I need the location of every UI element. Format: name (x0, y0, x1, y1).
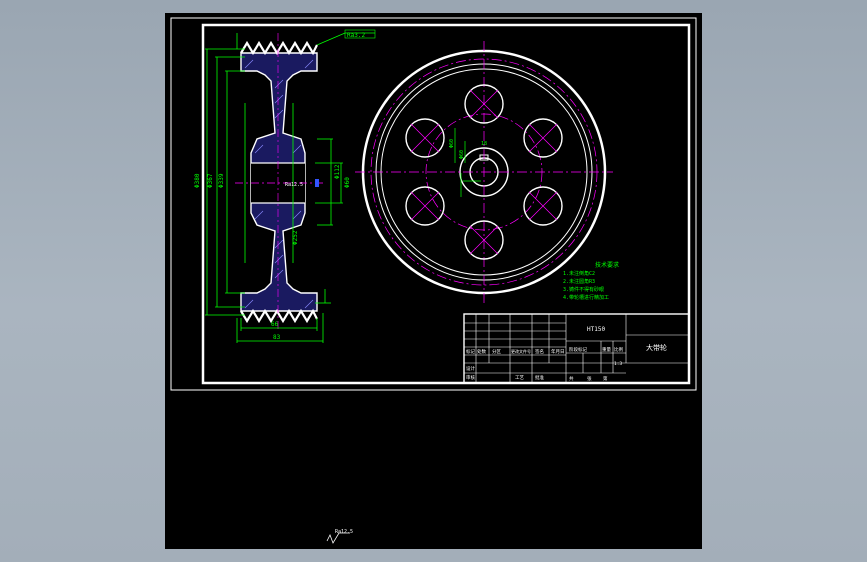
svg-text:年月日: 年月日 (551, 348, 565, 355)
cad-viewport[interactable]: Ra3.2 Φ380 Φ367 Φ339 Φ112 Φ60 Φ252 66 83… (165, 13, 702, 549)
svg-text:工艺: 工艺 (515, 375, 524, 381)
roughness-symbol: Ra12.5 (326, 529, 353, 544)
svg-text:共: 共 (569, 375, 574, 382)
tech-line-4: 4.带轮槽进行精加工 (563, 294, 609, 301)
svg-text:分区: 分区 (492, 348, 501, 355)
part-name-label: 大带轮 (646, 343, 667, 352)
front-bore-label: Φ60 (459, 150, 465, 159)
section-marker (315, 179, 319, 187)
bore-roughness-label: Ra12.5 (285, 182, 303, 188)
tech-requirements: 技术要求 1.未注倒角C2 2.未注圆角R3 3.铸件不得有砂眼 4.带轮槽进行… (563, 261, 619, 301)
top-grooves (240, 40, 318, 56)
dim-groove-width: 66 (271, 321, 279, 328)
keyway-label: 18 (481, 141, 487, 147)
dim-bore-diameter: Φ60 (344, 177, 351, 188)
tech-line-3: 3.铸件不得有砂眼 (563, 286, 604, 293)
svg-text:1:3: 1:3 (614, 361, 622, 367)
svg-text:阶段标记: 阶段标记 (569, 346, 587, 353)
svg-text:张: 张 (587, 375, 592, 382)
top-callout-label: Ra3.2 (347, 32, 365, 39)
dim-total-width: 83 (273, 334, 281, 341)
svg-text:批准: 批准 (535, 374, 544, 381)
dim-inner-diameter: Φ339 (218, 173, 225, 188)
dim-mid-diameter: Φ367 (207, 173, 214, 188)
material-label: HT150 (587, 326, 605, 333)
svg-text:处数: 处数 (477, 348, 486, 355)
outer-frame (170, 17, 697, 391)
svg-text:Ra12.5: Ra12.5 (335, 529, 353, 535)
svg-text:设计: 设计 (466, 365, 475, 372)
bottom-grooves (240, 308, 318, 324)
svg-text:重量: 重量 (602, 346, 611, 353)
title-block: HT150 大带轮 标记 处数 分区 更改文件号 签名 年月日 设计 审核 工艺… (463, 313, 690, 384)
section-view: Ra3.2 Φ380 Φ367 Φ339 Φ112 Φ60 Φ252 66 83… (194, 29, 376, 343)
drawing-canvas: Ra3.2 Φ380 Φ367 Φ339 Φ112 Φ60 Φ252 66 83… (170, 17, 697, 544)
front-view: Φ60 Φ60 18 (355, 41, 613, 303)
tech-line-2: 2.未注圆角R3 (563, 278, 595, 285)
dim-web-diameter: Φ252 (292, 230, 299, 245)
tech-title: 技术要求 (595, 261, 619, 269)
svg-text:签名: 签名 (535, 348, 544, 355)
svg-text:更改文件号: 更改文件号 (511, 348, 531, 354)
svg-text:第: 第 (603, 375, 608, 382)
dim-hub-diameter: Φ112 (334, 164, 341, 179)
dim-outer-diameter: Φ380 (194, 173, 201, 188)
tech-line-1: 1.未注倒角C2 (563, 270, 595, 277)
svg-text:审核: 审核 (466, 374, 475, 381)
front-hole-label: Φ60 (449, 139, 455, 148)
svg-text:比例: 比例 (614, 346, 623, 353)
svg-text:标记: 标记 (466, 348, 475, 355)
